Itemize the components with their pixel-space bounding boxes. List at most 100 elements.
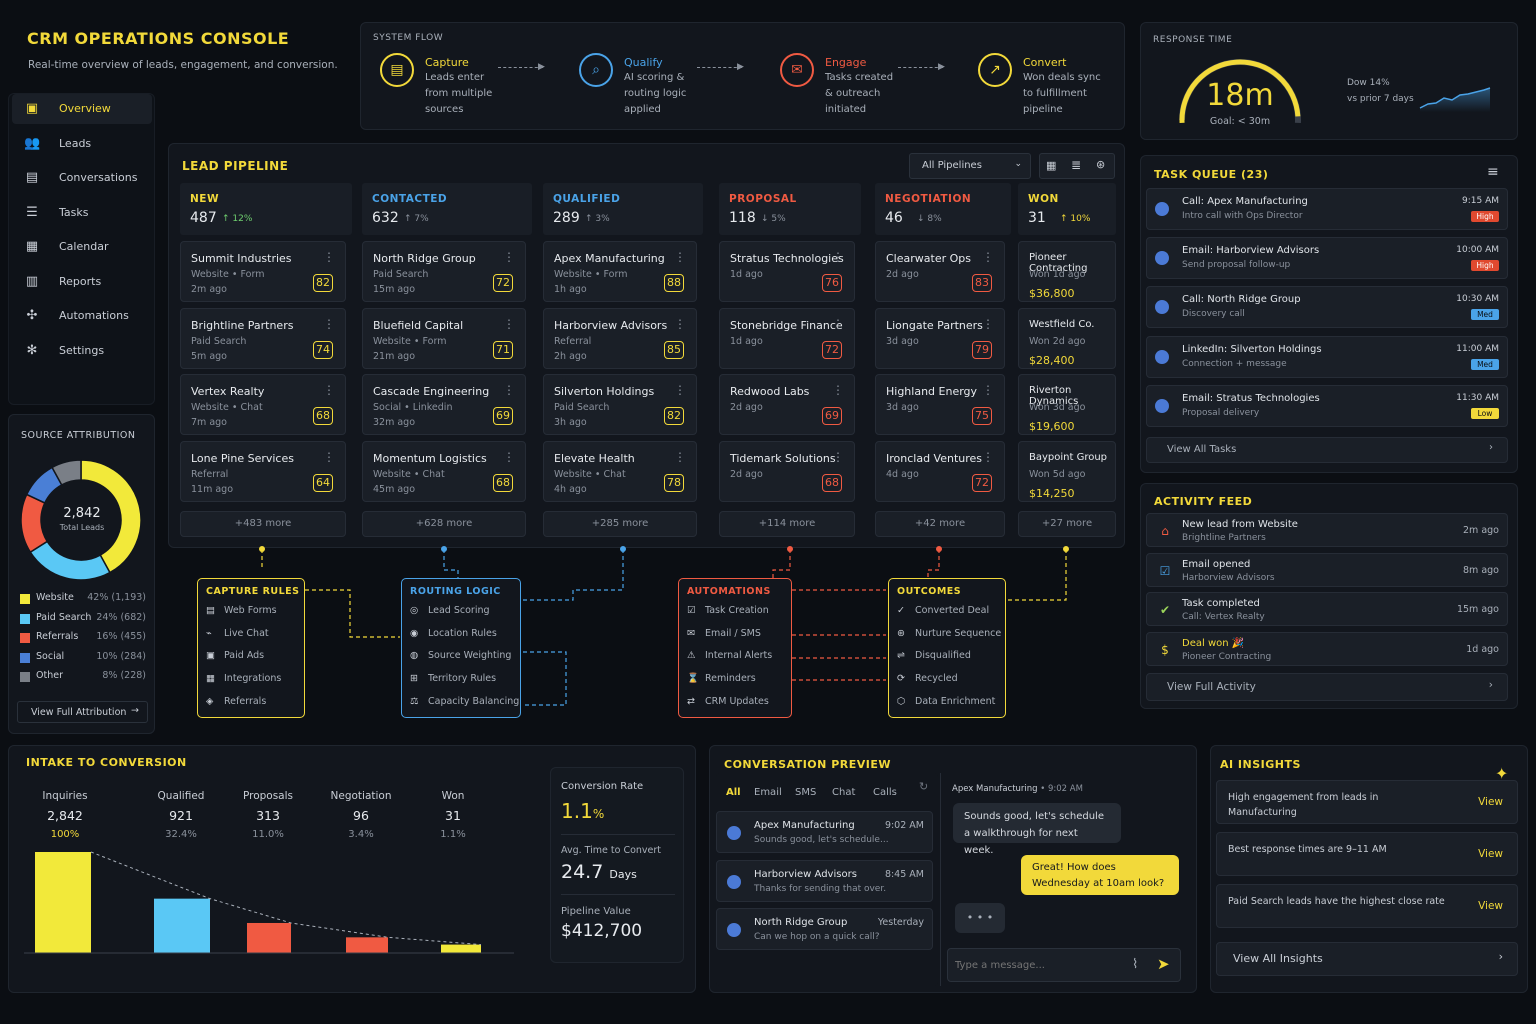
lead-card[interactable]: Stonebridge Finance 1d ago ⋮ 72 bbox=[719, 307, 855, 369]
email-open-icon: ☑ bbox=[1159, 563, 1171, 578]
task-item[interactable]: LinkedIn: Silverton Holdings Connection +… bbox=[1146, 335, 1508, 378]
more-options-icon[interactable]: ⋮ bbox=[674, 317, 686, 331]
lead-card[interactable]: Riverton Dynamics Won 3d ago $19,600 bbox=[1018, 374, 1116, 435]
lead-card[interactable]: Apex Manufacturing Website • Form 1h ago ⋮ 8… bbox=[543, 241, 697, 302]
filter-icon[interactable]: ≡ bbox=[1487, 164, 1499, 180]
pipeline-filter-select[interactable]: All Pipelines ⌄ bbox=[909, 153, 1031, 179]
message-input-wrap: ⌇ ➤ bbox=[947, 948, 1181, 982]
lead-card[interactable]: Highland Energy 3d ago ⋮ 75 bbox=[875, 374, 1005, 435]
more-options-icon[interactable]: ⋮ bbox=[503, 317, 515, 331]
tab-chat[interactable]: Chat bbox=[832, 787, 855, 798]
more-options-icon[interactable]: ⋮ bbox=[982, 317, 994, 331]
outcomes-item-label: Nurture Sequence bbox=[915, 627, 1002, 639]
refresh-icon[interactable]: ↻ bbox=[919, 780, 928, 793]
show-more-button[interactable]: +114 more bbox=[719, 511, 855, 537]
lead-card[interactable]: Cascade Engineering Social • Linkedin 32m … bbox=[362, 374, 526, 435]
lead-card[interactable]: Summit Industries Website • Form 2m ago ⋮ 82 bbox=[180, 241, 346, 302]
activity-item[interactable]: ⌂ New lead from Website Brightline Partner… bbox=[1146, 513, 1508, 547]
lead-card[interactable]: Westfield Co. Won 2d ago $28,400 bbox=[1018, 307, 1116, 369]
lead-card[interactable]: Momentum Logistics Website • Chat 45m ago ⋮… bbox=[362, 440, 526, 502]
sidebar-item-overview[interactable]: ▣ Overview bbox=[12, 94, 152, 124]
tab-sms[interactable]: SMS bbox=[795, 787, 816, 798]
more-options-icon[interactable]: ⋮ bbox=[323, 317, 335, 331]
view-all-insights-button[interactable]: View All Insights › bbox=[1216, 942, 1518, 976]
task-item[interactable]: Email: Stratus Technologies Proposal deli… bbox=[1146, 384, 1508, 427]
more-options-icon[interactable]: ⋮ bbox=[982, 383, 994, 397]
lead-card[interactable]: Vertex Realty Website • Chat 7m ago ⋮ 68 bbox=[180, 374, 346, 435]
lead-source: Social • Linkedin bbox=[373, 402, 453, 413]
sidebar-item-settings[interactable]: ✻ Settings bbox=[12, 336, 152, 366]
lead-card[interactable]: Elevate Health Website • Chat 4h ago ⋮ 78 bbox=[543, 440, 697, 502]
attach-icon[interactable]: ⌇ bbox=[1132, 957, 1138, 972]
show-more-button[interactable]: +483 more bbox=[180, 511, 346, 537]
lead-card[interactable]: Bluefield Capital Website • Form 21m ago ⋮ 7… bbox=[362, 307, 526, 369]
activity-item[interactable]: ☑ Email opened Harborview Advisors 8m ago bbox=[1146, 552, 1508, 587]
conversation-thread[interactable]: North Ridge Group Can we hop on a quick c… bbox=[716, 908, 933, 950]
task-item[interactable]: Call: North Ridge Group Discovery call 10:… bbox=[1146, 286, 1508, 329]
insight-view-link[interactable]: View bbox=[1478, 848, 1503, 860]
show-more-button[interactable]: +628 more bbox=[362, 511, 526, 537]
flow-view-icon[interactable]: ⊛ bbox=[1096, 158, 1105, 171]
more-options-icon[interactable]: ⋮ bbox=[832, 450, 844, 464]
more-options-icon[interactable]: ⋮ bbox=[323, 250, 335, 264]
insight-view-link[interactable]: View bbox=[1478, 796, 1503, 808]
lead-card[interactable]: Pioneer Contracting Won 1d ago $36,800 bbox=[1018, 241, 1116, 302]
lead-card[interactable]: Tidemark Solutions 2d ago ⋮ 68 bbox=[719, 440, 855, 502]
automations-item: ✉ Email / SMS bbox=[687, 628, 761, 639]
lead-card[interactable]: Brightline Partners Paid Search 5m ago ⋮ 74 bbox=[180, 307, 346, 369]
check-icon: ✔ bbox=[1159, 603, 1171, 617]
list-view-icon[interactable]: ≣ bbox=[1071, 158, 1081, 172]
grid-view-icon[interactable]: ▦ bbox=[1046, 159, 1056, 172]
activity-item[interactable]: $ Deal won 🎉 Pioneer Contracting 1d ago bbox=[1146, 631, 1508, 666]
view-full-attribution-button[interactable]: View Full Attribution → bbox=[17, 701, 148, 723]
sidebar-item-calendar[interactable]: ▦ Calendar bbox=[12, 232, 152, 262]
sidebar-item-leads[interactable]: 👥 Leads bbox=[12, 129, 152, 159]
sidebar-item-tasks[interactable]: ☰ Tasks bbox=[12, 198, 152, 228]
show-more-button[interactable]: +285 more bbox=[543, 511, 697, 537]
more-options-icon[interactable]: ⋮ bbox=[323, 450, 335, 464]
more-options-icon[interactable]: ⋮ bbox=[982, 250, 994, 264]
tab-calls[interactable]: Calls bbox=[873, 787, 897, 798]
more-options-icon[interactable]: ⋮ bbox=[503, 250, 515, 264]
lead-card[interactable]: Silverton Holdings Paid Search 3h ago ⋮ 82 bbox=[543, 374, 697, 435]
lead-card[interactable]: Stratus Technologies 1d ago ⋮ 76 bbox=[719, 241, 855, 302]
column-count: 118 bbox=[729, 210, 756, 226]
activity-item[interactable]: ✔ Task completed Call: Vertex Realty 15m ag… bbox=[1146, 592, 1508, 626]
more-options-icon[interactable]: ⋮ bbox=[982, 450, 994, 464]
tab-all[interactable]: All bbox=[726, 787, 741, 798]
send-icon[interactable]: ➤ bbox=[1157, 955, 1170, 973]
lead-card[interactable]: Ironclad Ventures 4d ago ⋮ 72 bbox=[875, 440, 1005, 502]
message-input[interactable] bbox=[948, 949, 1128, 981]
lead-card[interactable]: Lone Pine Services Referral 11m ago ⋮ 64 bbox=[180, 440, 346, 502]
sidebar-item-label: Leads bbox=[59, 136, 92, 150]
lead-card[interactable]: Liongate Partners 3d ago ⋮ 79 bbox=[875, 307, 1005, 369]
sidebar-item-conversations[interactable]: ▤ Conversations bbox=[12, 163, 152, 193]
show-more-button[interactable]: +27 more bbox=[1018, 511, 1116, 537]
more-options-icon[interactable]: ⋮ bbox=[832, 250, 844, 264]
view-full-activity-button[interactable]: View Full Activity › bbox=[1146, 673, 1508, 701]
lead-card[interactable]: Redwood Labs 2d ago ⋮ 69 bbox=[719, 374, 855, 435]
sidebar-item-reports[interactable]: ▥ Reports bbox=[12, 267, 152, 297]
conversation-thread[interactable]: Apex Manufacturing Sounds good, let's sch… bbox=[716, 811, 933, 853]
task-item[interactable]: Email: Harborview Advisors Send proposal … bbox=[1146, 237, 1508, 280]
more-options-icon[interactable]: ⋮ bbox=[674, 450, 686, 464]
conversation-thread[interactable]: Harborview Advisors Thanks for sending th… bbox=[716, 859, 933, 902]
more-options-icon[interactable]: ⋮ bbox=[832, 383, 844, 397]
more-options-icon[interactable]: ⋮ bbox=[832, 317, 844, 331]
more-options-icon[interactable]: ⋮ bbox=[323, 383, 335, 397]
automations-item-icon: ✉ bbox=[687, 627, 695, 639]
sidebar-item-automations[interactable]: ✣ Automations bbox=[12, 301, 152, 331]
more-options-icon[interactable]: ⋮ bbox=[503, 450, 515, 464]
lead-card[interactable]: Baypoint Group Won 5d ago $14,250 bbox=[1018, 440, 1116, 502]
lead-card[interactable]: Clearwater Ops 2d ago ⋮ 83 bbox=[875, 241, 1005, 302]
lead-card[interactable]: Harborview Advisors Referral 2h ago ⋮ 85 bbox=[543, 307, 697, 369]
task-item[interactable]: Call: Apex Manufacturing Intro call with … bbox=[1146, 188, 1508, 230]
more-options-icon[interactable]: ⋮ bbox=[503, 383, 515, 397]
more-options-icon[interactable]: ⋮ bbox=[674, 383, 686, 397]
insight-view-link[interactable]: View bbox=[1478, 900, 1503, 912]
lead-card[interactable]: North Ridge Group Paid Search 15m ago ⋮ 72 bbox=[362, 241, 526, 302]
show-more-button[interactable]: +42 more bbox=[875, 511, 1005, 537]
tab-email[interactable]: Email bbox=[754, 787, 782, 798]
more-options-icon[interactable]: ⋮ bbox=[674, 250, 686, 264]
view-all-tasks-button[interactable]: View All Tasks › bbox=[1146, 437, 1508, 463]
